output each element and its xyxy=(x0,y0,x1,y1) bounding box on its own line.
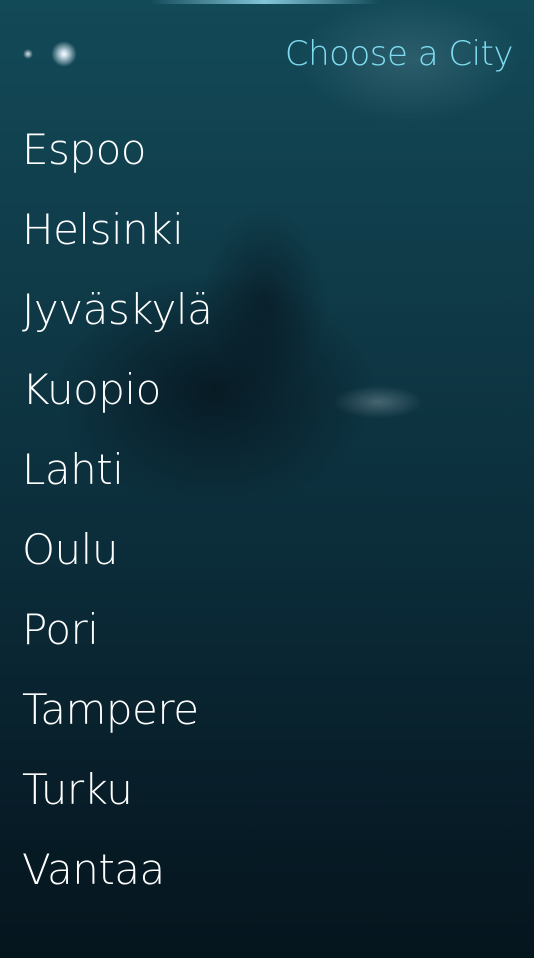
pulley-dot-small-icon xyxy=(23,49,33,59)
list-item-city[interactable]: Turku xyxy=(0,750,534,830)
pulley-menu-glow xyxy=(150,0,380,4)
city-list: Espoo Helsinki Jyväskylä Kuopio Lahti Ou… xyxy=(0,110,534,910)
list-item-city[interactable]: Helsinki xyxy=(0,190,534,270)
list-item-city[interactable]: Kuopio xyxy=(0,350,534,430)
list-item-city[interactable]: Jyväskylä xyxy=(0,270,534,350)
list-item-city[interactable]: Espoo xyxy=(0,110,534,190)
list-item-city[interactable]: Oulu xyxy=(0,510,534,590)
pulley-dot-large-icon xyxy=(48,40,80,68)
pulley-menu-indicator-icon[interactable] xyxy=(18,40,88,70)
list-item-city[interactable]: Tampere xyxy=(0,670,534,750)
list-item-city[interactable]: Lahti xyxy=(0,430,534,510)
list-item-city[interactable]: Pori xyxy=(0,590,534,670)
page-title: Choose a City xyxy=(284,34,514,74)
list-item-city[interactable]: Vantaa xyxy=(0,830,534,910)
